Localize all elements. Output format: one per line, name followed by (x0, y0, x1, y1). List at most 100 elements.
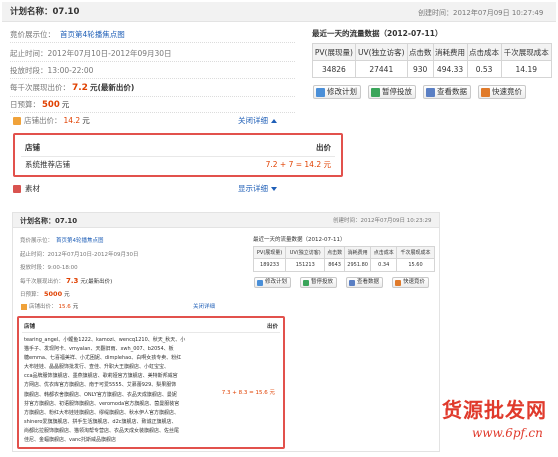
bottom-shop-list: tearing_angel、小鲤鱼1222、kamozi、wencq1210、秋… (24, 336, 229, 445)
top-shop-row-value: 7.2 + 7 = 14.2 元 (265, 160, 331, 169)
bottom-cpm-suffix: 元(最新出价) (80, 279, 113, 285)
list-item: 方网店、优衣库官方旗舰店、南于可爱5555、艾慕蕾929、梨果服饰 (24, 382, 177, 389)
stats-header: 千次展现成本 (500, 43, 553, 61)
list-item: 尚都比拉服饰旗舰店、猫领淘帮专营店、衣品天成女装旗舰店、佐丝尾 (24, 427, 180, 434)
stats-value: 14.19 (500, 60, 553, 78)
top-shop-bid-detail-box: 店铺 出价 系统推荐店铺 7.2 + 7 = 14.2 元 (13, 133, 343, 177)
list-item: cca品牌服饰旗舰店、墨燕旗舰店、歌莉娅官方旗舰店、美特斯邦威官 (24, 373, 178, 380)
top-cpm-label: 每千次展现出价： (10, 83, 70, 92)
chevron-down-icon (271, 187, 277, 191)
top-edit-plan-button[interactable]: 修改计划 (313, 85, 361, 99)
bottom-cpm-label: 每千次展现出价： (20, 279, 65, 285)
top-view-data-button[interactable]: 查看数据 (423, 85, 471, 99)
stats-header: UV(独立访客) (285, 246, 326, 259)
top-quick-bid-label: 快速竟价 (492, 87, 522, 96)
bottom-plan-title: 计划名称：07.10 (20, 217, 78, 225)
list-item: 佳尼、金蝠旗舰店、vanc托斯威品旗舰店 (24, 437, 116, 444)
bid-icon (395, 279, 401, 286)
top-shop-row-name: 系统推荐店铺 (25, 160, 70, 169)
top-quick-bid-button[interactable]: 快速竟价 (478, 85, 526, 99)
top-show-detail-link[interactable]: 显示详细 (238, 184, 277, 194)
bottom-stats-table: PV(展现量) UV(独立访客) 点击数 消耗费用 点击成本 千次展现成本 18… (252, 246, 435, 272)
top-show-detail-label: 显示详细 (238, 184, 268, 193)
bottom-shop-list-value: 7.3 + 8.3 = 15.6 元 (221, 390, 275, 396)
bottom-hours: 投放时段：9:00-18:00 (20, 265, 78, 271)
stats-value: 0.34 (370, 258, 398, 272)
bottom-shop-bid-value: 15.6 (58, 304, 71, 310)
bottom-quick-bid-button[interactable]: 快速竟价 (392, 277, 430, 288)
stats-header: 点击成本 (370, 246, 398, 259)
top-shop-bid-row: 店铺出价： 14.2 元 (24, 116, 90, 126)
top-stats-value-row: 34826 27441 930 494.33 0.53 14.19 (312, 60, 553, 78)
top-shop-bid-label: 店铺出价： (24, 116, 62, 125)
list-item: 旗舰店、韩都衣舍旗舰店、ONLY官方旗舰店、衣品天成旗舰店、曼妮 (24, 391, 177, 398)
top-stats-header-row: PV(展现量) UV(独立访客) 点击数 消耗费用 点击成本 千次展现成本 (312, 43, 553, 61)
bottom-budget-label: 日预算： (20, 292, 43, 298)
bottom-shop-bid-unit: 元 (72, 304, 79, 310)
stats-value: 34826 (312, 60, 356, 78)
bottom-created-time: 创建时间：2012年07月09日 10:23:29 (333, 218, 432, 224)
bottom-shop-list-box: 店铺 出价 tearing_angel、小鲤鱼1222、kamozi、wencq… (17, 316, 285, 449)
top-view-data-label: 查看数据 (437, 87, 467, 96)
bottom-pause-button[interactable]: 暂停投放 (300, 277, 338, 288)
stats-header: 点击数 (406, 43, 434, 61)
list-item: tearing_angel、小鲤鱼1222、kamozi、wencq1210、秋… (24, 337, 186, 343)
top-bid-col-header: 出价 (316, 143, 331, 152)
top-period: 起止时间：2012年07月10日-2012年09月30日 (10, 49, 172, 58)
top-stats-title: 最近一天的流量数据（2012-07-11） (312, 29, 443, 38)
list-item: shinero爱旗旗舰店、拼手生活旗舰店、d2c旗舰店、致诚正旗舰店、 (24, 418, 177, 425)
stats-value: 0.53 (466, 60, 502, 78)
bottom-budget-unit: 元 (64, 292, 70, 298)
stats-value: 27441 (354, 60, 408, 78)
top-budget-label: 日预算： (10, 100, 40, 109)
stats-header: 消耗费用 (343, 246, 372, 259)
top-close-detail-link[interactable]: 关闭详细 (238, 116, 277, 126)
top-stats-table: PV(展现量) UV(独立访客) 点击数 消耗费用 点击成本 千次展现成本 34… (312, 43, 553, 78)
list-item: 芬官方旗舰店、初语服饰旗舰店、veromoda官方旗舰店、茵曼服装官 (24, 400, 180, 407)
top-created-time: 创建时间：2012年07月09日 10:27:49 (418, 9, 544, 17)
top-close-detail-label: 关闭详细 (238, 116, 268, 125)
top-budget-row: 日预算： 500 元 (10, 100, 69, 110)
bottom-view-data-button[interactable]: 查看数据 (346, 277, 384, 288)
material-icon (13, 185, 21, 193)
list-item: 猫手子、发现阿卡、vmyalan、天翻旧雨、xwh_007、b2054、板 (24, 346, 174, 353)
top-material-label: 素材 (25, 184, 40, 193)
edit-icon (316, 87, 325, 97)
shop-icon (21, 304, 27, 310)
chevron-up-icon (271, 119, 277, 123)
bottom-stats-title: 最近一天的流量数据（2012-07-11） (253, 237, 346, 243)
bottom-close-detail-link[interactable]: 关闭详细 (193, 302, 215, 312)
bottom-pause-label: 暂停投放 (311, 279, 334, 285)
edit-icon (257, 279, 263, 286)
bottom-position-label: 竟价展示位： (20, 238, 54, 244)
stats-value: 189233 (252, 258, 287, 272)
bottom-shop-col-header: 店铺 (24, 324, 36, 330)
bottom-budget-value: 5000 (44, 290, 63, 298)
top-shop-col-header: 店铺 (25, 143, 40, 152)
pause-icon (303, 279, 309, 286)
bottom-cpm-row: 每千次展现出价： 7.3 元(最新出价) (20, 276, 112, 287)
stats-header: UV(独立访客) (354, 43, 408, 61)
top-shop-bid-value: 14.2 (63, 116, 81, 125)
bottom-edit-plan-button[interactable]: 修改计划 (254, 277, 292, 288)
top-budget-value: 500 (42, 100, 60, 110)
watermark-url: www.6pf.cn (472, 426, 543, 440)
bottom-bid-col-header: 出价 (266, 324, 278, 330)
stats-value: 15.60 (396, 258, 435, 272)
bottom-budget-row: 日预算： 5000 元 (20, 289, 70, 300)
bottom-position-link[interactable]: 首页第4轮播焦点图 (56, 236, 104, 246)
top-pause-label: 暂停投放 (382, 87, 412, 96)
top-edit-plan-label: 修改计划 (327, 87, 357, 96)
top-position-link[interactable]: 首页第4轮播焦点图 (60, 30, 125, 40)
bottom-shop-bid-label: 店铺出价： (29, 304, 57, 310)
bottom-stats-header-row: PV(展现量) UV(独立访客) 点击数 消耗费用 点击成本 千次展现成本 (252, 246, 435, 259)
top-plan-card: 计划名称：07.10 创建时间：2012年07月09日 10:27:49 竟价展… (0, 0, 558, 205)
bottom-view-data-label: 查看数据 (357, 279, 380, 285)
bottom-plan-card: 计划名称：07.10 创建时间：2012年07月09日 10:23:29 竟价展… (12, 212, 440, 452)
top-cpm-row: 每千次展现出价： 7.2 元(最新出价) (10, 83, 134, 93)
bottom-edit-plan-label: 修改计划 (265, 279, 288, 285)
top-pause-button[interactable]: 暂停投放 (368, 85, 416, 99)
bottom-period: 起止时间：2012年07月10日-2012年09月30日 (20, 252, 139, 258)
list-item: 大布娃娃、晶晶服饰批发行、查佳、升职大王旗舰店、小虹宝宝、 (24, 364, 170, 371)
stats-value: 151213 (285, 258, 326, 272)
